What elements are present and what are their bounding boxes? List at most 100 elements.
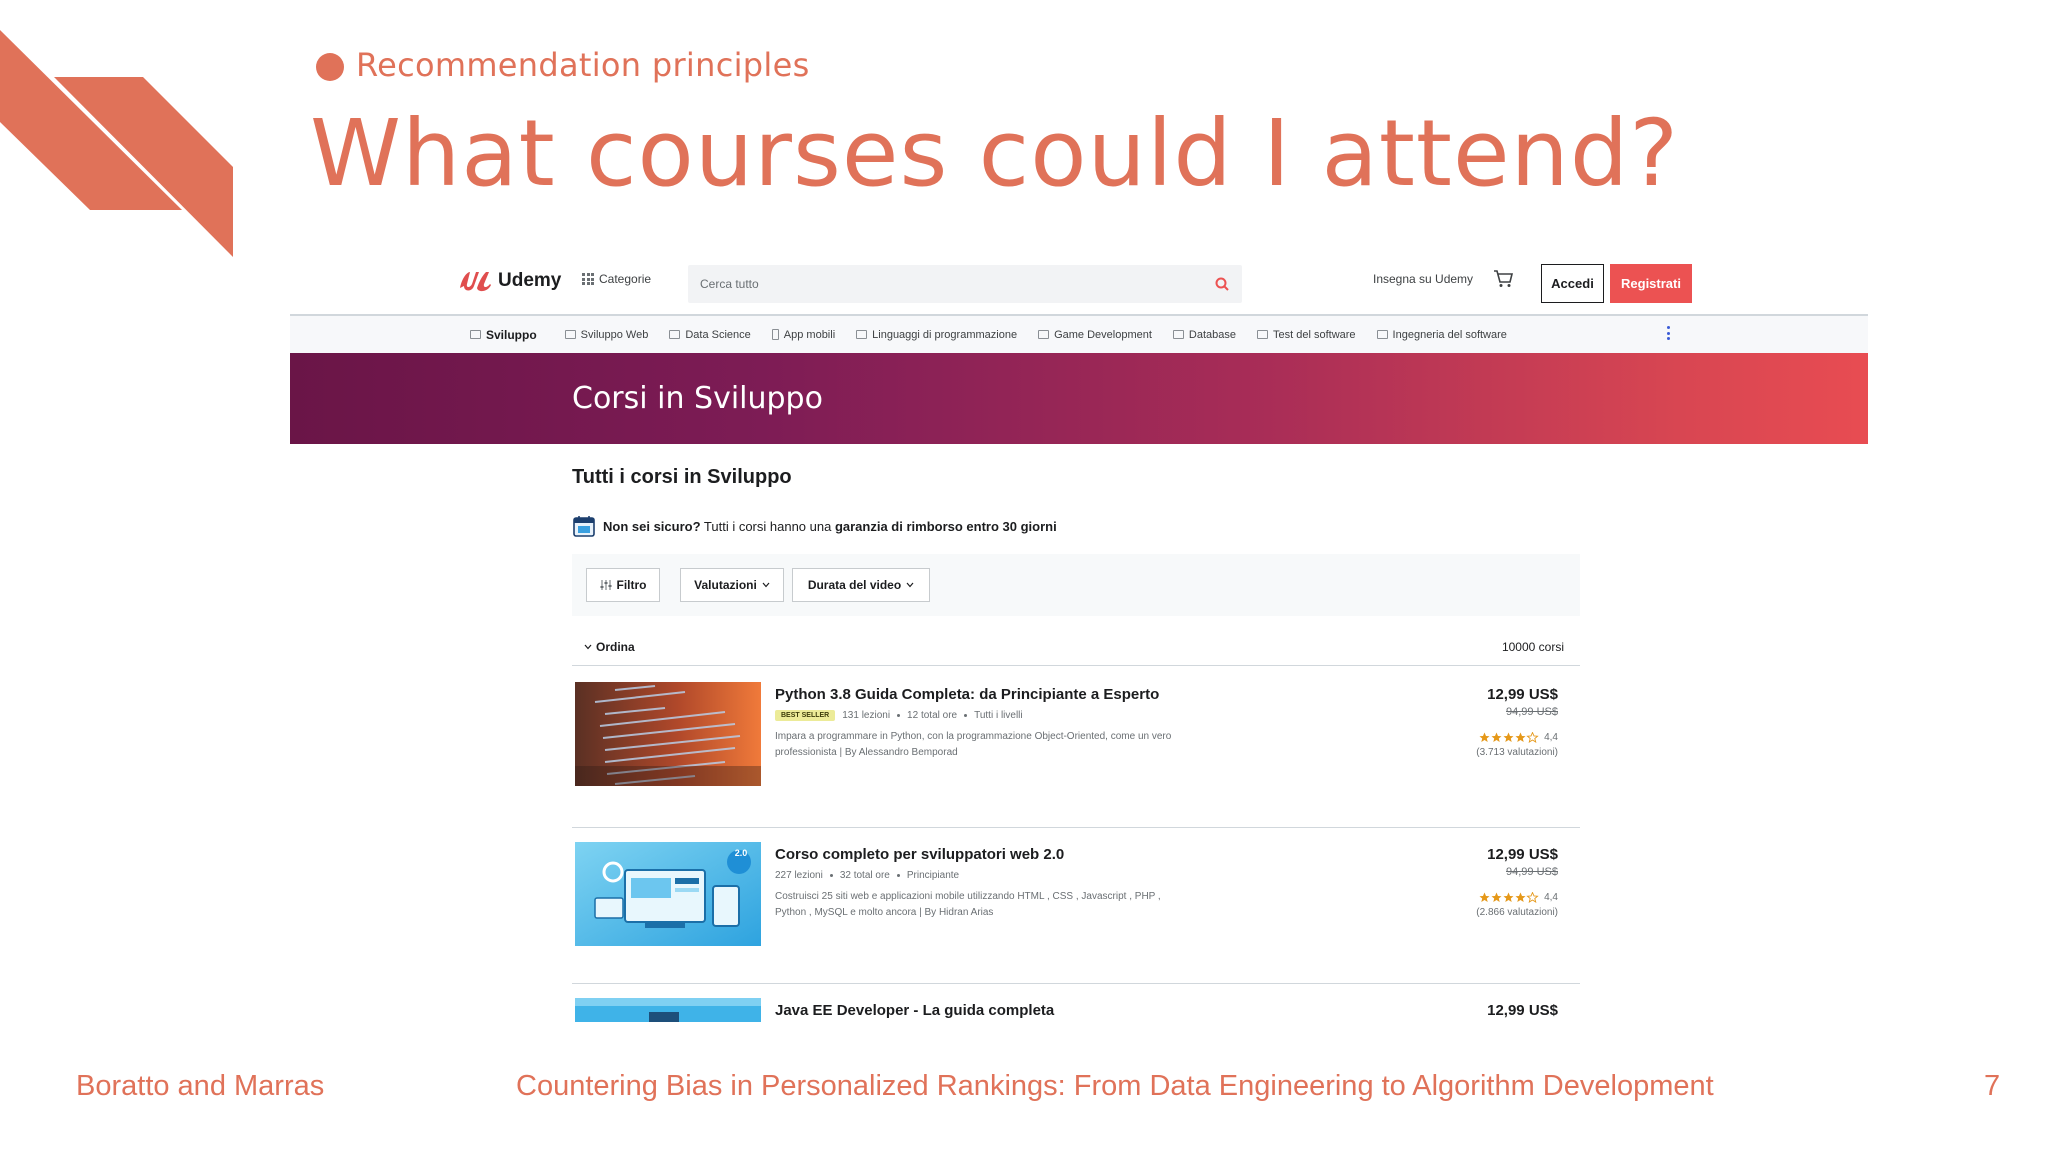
subnav-label: Data Science <box>685 328 751 341</box>
subnav-label: App mobili <box>783 328 836 341</box>
section-label: Recommendation principles <box>356 46 810 84</box>
sort-row: Ordina 10000 corsi <box>572 624 1580 666</box>
search-icon[interactable] <box>1214 276 1230 292</box>
course-rating: 4,4 <box>1398 732 1558 743</box>
bestseller-badge: BEST SELLER <box>775 710 836 721</box>
subnav-label: Test del software <box>1273 328 1356 341</box>
duration-dropdown[interactable]: Durata del video <box>792 568 930 602</box>
course-card[interactable]: Java EE Developer - La guida completa 12… <box>572 984 1580 1022</box>
course-lectures: 131 lezioni <box>842 710 891 721</box>
course-rating: 4,4 <box>1398 892 1558 903</box>
course-title[interactable]: Java EE Developer - La guida completa <box>775 1000 1185 1022</box>
subnav-item-data-science[interactable]: Data Science <box>669 328 751 341</box>
cart-icon[interactable] <box>1492 267 1514 289</box>
chevron-down-icon <box>584 644 592 650</box>
course-hours: 32 total ore <box>839 870 890 881</box>
guarantee-middle: Tutti i corsi hanno una <box>700 518 835 534</box>
signup-button[interactable]: Registrati <box>1610 264 1692 303</box>
footer-authors: Boratto and Marras <box>76 1070 325 1102</box>
ratings-dropdown[interactable]: Valutazioni <box>680 568 784 602</box>
course-thumbnail-java[interactable] <box>575 998 761 1022</box>
udemy-logo[interactable]: Udemy <box>458 268 561 294</box>
slide-title: What courses could I attend? <box>310 100 1680 207</box>
chevron-down-icon <box>762 582 770 588</box>
subnav-label: Linguaggi di programmazione <box>872 328 1018 341</box>
course-card[interactable]: 2.0 Corso completo per sviluppatori web … <box>572 828 1580 984</box>
category-icon <box>1257 330 1268 339</box>
course-level: Principiante <box>906 870 960 881</box>
login-button[interactable]: Accedi <box>1541 264 1604 303</box>
search-input[interactable] <box>688 265 1188 303</box>
course-count: 10000 corsi <box>1501 640 1564 654</box>
categories-label: Categorie <box>599 272 652 286</box>
course-price: 12,99 US$ <box>1487 686 1558 703</box>
course-price: 12,99 US$ <box>1487 846 1558 863</box>
ratings-label: Valutazioni <box>694 578 757 592</box>
corner-decoration <box>0 30 233 257</box>
calendar-icon <box>573 516 595 537</box>
subnav-item-sviluppo[interactable]: Sviluppo <box>470 328 537 342</box>
course-price: 12,99 US$ <box>1487 1002 1558 1019</box>
rating-value: 4,4 <box>1544 892 1558 903</box>
udemy-logo-text: Udemy <box>498 270 562 291</box>
course-pricing: 12,99 US$ <box>1398 1000 1558 1022</box>
more-options-icon[interactable] <box>1667 326 1671 340</box>
category-icon <box>564 330 576 339</box>
filter-label: Filtro <box>616 578 647 592</box>
subnav-item-game-development[interactable]: Game Development <box>1038 329 1152 341</box>
banner-title: Corsi in Sviluppo <box>572 381 823 416</box>
category-banner: Corsi in Sviluppo <box>290 353 1868 444</box>
guarantee-tail: garanzia di rimborso entro 30 giorni <box>834 518 1057 534</box>
refund-guarantee-notice: Non sei sicuro? Tutti i corsi hanno una … <box>572 514 1057 538</box>
rating-stars-icon <box>1479 892 1539 903</box>
course-thumbnail-code[interactable] <box>575 682 761 786</box>
course-description: Impara a programmare in Python, con la p… <box>775 731 1172 758</box>
subnav-item-app-mobili[interactable]: App mobili <box>771 328 836 341</box>
course-pricing: 12,99 US$ 94,99 US$ 4,4 (3.713 valutazio… <box>1398 684 1558 758</box>
category-icon <box>669 330 681 339</box>
course-card[interactable]: Python 3.8 Guida Completa: da Principian… <box>572 666 1580 828</box>
subnav-item-ingegneria-software[interactable]: Ingegneria del software <box>1376 328 1507 341</box>
course-old-price: 94,99 US$ <box>1506 706 1558 718</box>
thumbnail-version-badge: 2.0 <box>734 848 748 858</box>
course-level: Tutti i livelli <box>974 710 1023 721</box>
category-icon <box>1038 330 1050 339</box>
meta-separator <box>896 874 900 877</box>
meta-separator <box>897 714 901 717</box>
all-courses-heading: Tutti i corsi in Sviluppo <box>572 466 792 488</box>
sort-label: Ordina <box>596 640 635 654</box>
rating-stars-icon <box>1479 732 1539 743</box>
subnav-item-sviluppo-web[interactable]: Sviluppo Web <box>564 328 649 341</box>
categories-menu[interactable]: Categorie <box>582 272 651 286</box>
course-description: Costruisci 25 siti web e applicazioni mo… <box>775 891 1161 918</box>
subnav-label: Database <box>1188 328 1236 341</box>
course-meta: 227 lezioni 32 total ore Principiante <box>775 870 1185 881</box>
search-bar <box>688 265 1242 303</box>
category-icon <box>1376 330 1388 339</box>
course-info: Corso completo per sviluppatori web 2.0 … <box>775 844 1185 921</box>
category-icon <box>1172 330 1184 339</box>
filter-bar: Filtro Valutazioni Durata del video <box>572 554 1580 616</box>
udemy-header: Udemy Categorie Insegna su Udemy Accedi … <box>290 250 1868 314</box>
category-icon <box>856 330 868 339</box>
rating-count: (2.866 valutazioni) <box>1476 907 1558 918</box>
subnav-item-linguaggi[interactable]: Linguaggi di programmazione <box>856 329 1017 341</box>
filter-button[interactable]: Filtro <box>586 568 660 602</box>
course-hours: 12 total ore <box>907 710 958 721</box>
subnav-item-database[interactable]: Database <box>1172 328 1236 341</box>
course-title[interactable]: Corso completo per sviluppatori web 2.0 <box>775 844 1185 866</box>
course-meta: BEST SELLER 131 lezioni 12 total ore Tut… <box>775 710 1185 721</box>
footer-talk-title: Countering Bias in Personalized Rankings… <box>516 1070 1714 1102</box>
category-subnav: Sviluppo Sviluppo Web Data Science App m… <box>290 314 1868 353</box>
subnav-item-test-software[interactable]: Test del software <box>1257 329 1356 341</box>
teach-link[interactable]: Insegna su Udemy <box>1373 272 1473 286</box>
subnav-label: Sviluppo Web <box>580 328 649 341</box>
meta-separator <box>829 874 833 877</box>
subnav-label: Ingegneria del software <box>1392 328 1507 341</box>
duration-label: Durata del video <box>807 578 902 592</box>
course-title[interactable]: Python 3.8 Guida Completa: da Principian… <box>775 684 1185 706</box>
udemy-screenshot: Udemy Categorie Insegna su Udemy Accedi … <box>290 250 1868 1022</box>
sort-dropdown[interactable]: Ordina <box>584 640 635 654</box>
meta-separator <box>964 714 968 717</box>
category-icon <box>771 329 779 340</box>
